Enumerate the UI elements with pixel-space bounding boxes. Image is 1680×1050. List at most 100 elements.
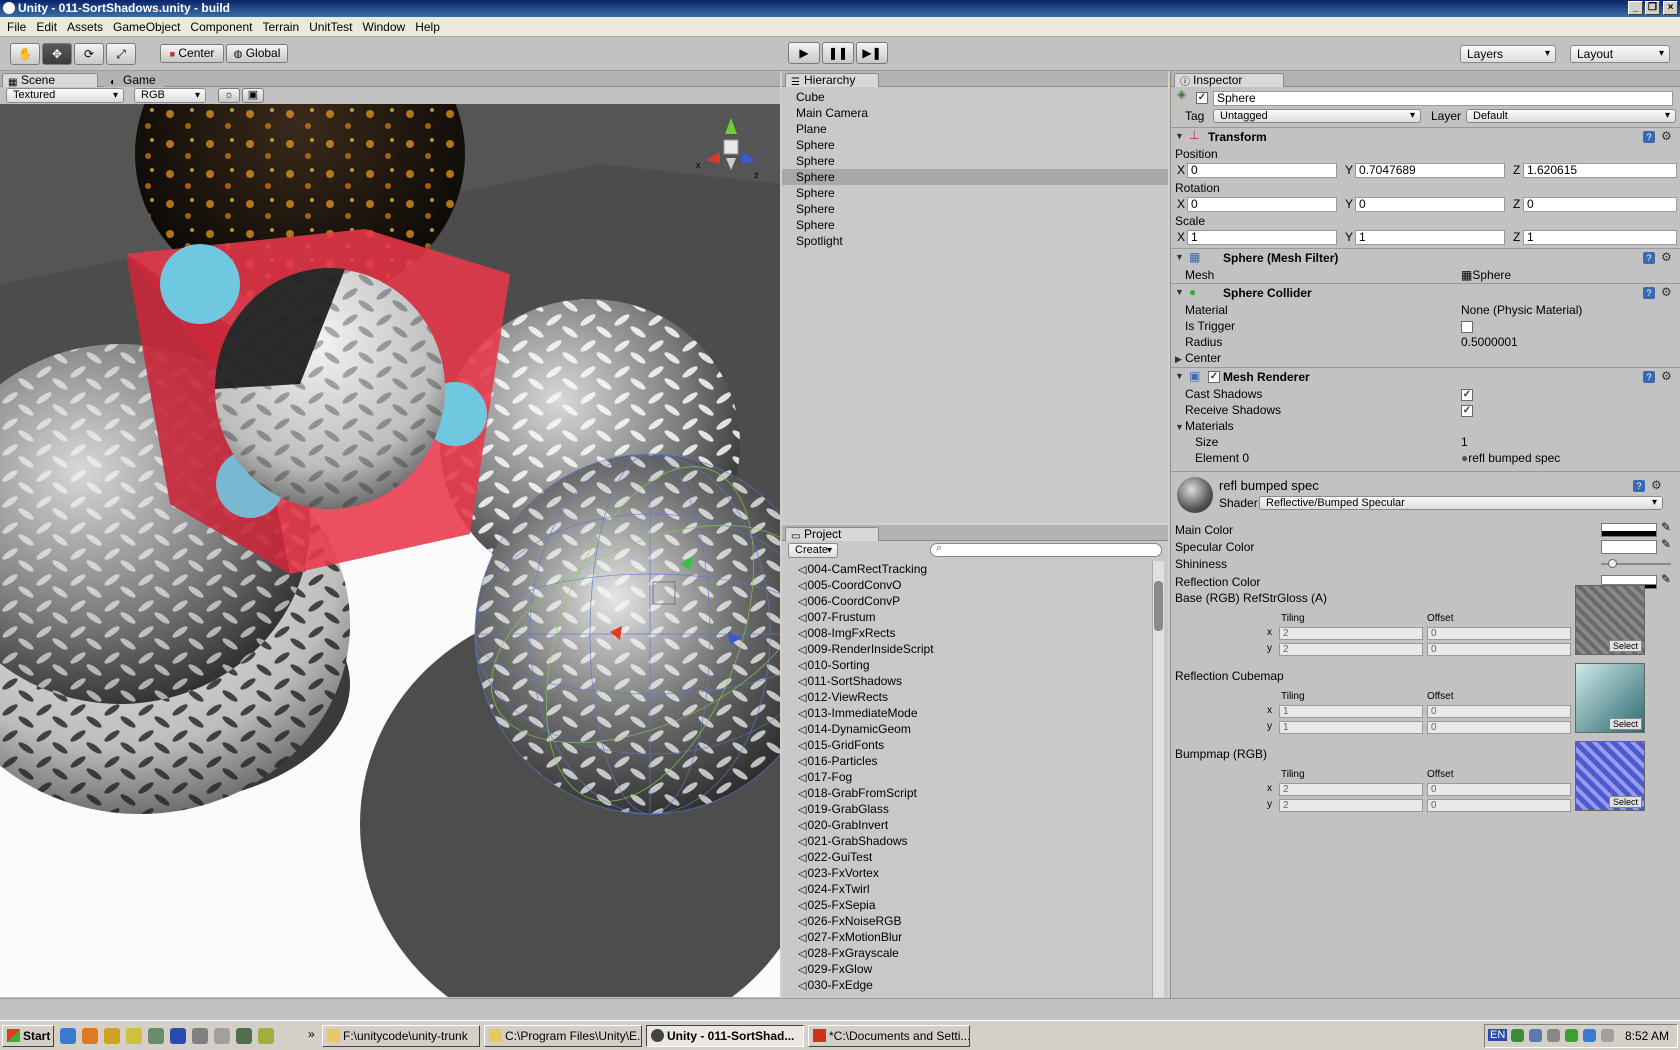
texture-select-button[interactable]: Select (1608, 718, 1642, 730)
mesh-renderer-header[interactable]: ▼ ▣ ✓ Mesh Renderer ? ⚙ (1171, 367, 1680, 385)
tab-hierarchy[interactable]: ☰ Hierarchy (785, 73, 879, 88)
texture-thumbnail[interactable]: Select (1575, 585, 1645, 655)
hierarchy-item[interactable]: Sphere (782, 169, 1168, 185)
texture-select-button[interactable]: Select (1608, 796, 1642, 808)
quicklaunch-icon[interactable] (258, 1028, 274, 1044)
menu-unittest[interactable]: UnitTest (304, 20, 357, 34)
close-button[interactable]: × (1663, 1, 1678, 15)
hierarchy-item[interactable]: Spotlight (782, 233, 1168, 249)
menu-terrain[interactable]: Terrain (257, 20, 304, 34)
tray-icon[interactable] (1529, 1029, 1542, 1042)
center-label[interactable]: Center (1185, 351, 1221, 365)
cast-shadows-checkbox[interactable]: ✓ (1461, 389, 1473, 401)
project-item[interactable]: 005-CoordConvO (798, 577, 901, 593)
is-trigger-checkbox[interactable] (1461, 321, 1473, 333)
gear-icon[interactable]: ⚙ (1661, 250, 1672, 264)
quicklaunch-icon[interactable] (236, 1028, 252, 1044)
gear-icon[interactable]: ⚙ (1661, 129, 1672, 143)
help-icon[interactable]: ? (1643, 371, 1655, 383)
texture-thumbnail[interactable]: Select (1575, 663, 1645, 733)
eyedropper-icon[interactable]: ✎ (1661, 537, 1671, 551)
task-unity[interactable]: Unity - 011-SortShad... (646, 1025, 804, 1047)
project-item[interactable]: 011-SortShadows (798, 673, 902, 689)
object-name-field[interactable]: Sphere (1213, 91, 1673, 106)
project-item[interactable]: 012-ViewRects (798, 689, 887, 705)
scale-tool-button[interactable]: ⤢ (106, 43, 136, 65)
orientation-gizmo[interactable]: x z (696, 114, 766, 184)
tab-scene[interactable]: ▦ Scene (2, 73, 98, 88)
scrollbar-thumb[interactable] (1154, 581, 1163, 631)
hierarchy-item[interactable]: Sphere (782, 185, 1168, 201)
rotation-x-field[interactable]: 0 (1187, 197, 1337, 212)
gear-icon[interactable]: ⚙ (1661, 285, 1672, 299)
eyedropper-icon[interactable]: ✎ (1661, 520, 1671, 534)
tag-dropdown[interactable]: Untagged (1213, 109, 1421, 123)
hierarchy-item[interactable]: Sphere (782, 137, 1168, 153)
offset-y-field[interactable]: 0 (1427, 643, 1571, 656)
project-item[interactable]: 023-FxVortex (798, 865, 878, 881)
mesh-renderer-enabled-checkbox[interactable]: ✓ (1208, 371, 1220, 383)
materials-label[interactable]: Materials (1185, 419, 1234, 433)
effects-toggle[interactable]: ▣ (242, 88, 264, 103)
tiling-y-field[interactable]: 2 (1279, 799, 1423, 812)
project-item[interactable]: 017-Fog (798, 769, 852, 785)
pivot-toggle[interactable]: ■ Center (160, 44, 224, 63)
main-color-swatch[interactable] (1601, 523, 1657, 537)
project-item[interactable]: 013-ImmediateMode (798, 705, 917, 721)
project-item[interactable]: 028-FxGrayscale (798, 945, 898, 961)
help-icon[interactable]: ? (1633, 480, 1645, 492)
hierarchy-item[interactable]: Cube (782, 89, 1168, 105)
scene-viewport[interactable]: x z (0, 104, 780, 997)
layers-dropdown[interactable]: Layers (1460, 45, 1556, 63)
language-indicator[interactable]: EN (1488, 1029, 1508, 1041)
quicklaunch-icon[interactable] (126, 1028, 142, 1044)
texture-select-button[interactable]: Select (1608, 640, 1642, 652)
menu-help[interactable]: Help (410, 20, 445, 34)
project-item[interactable]: 018-GrabFromScript (798, 785, 916, 801)
tiling-x-field[interactable]: 1 (1279, 705, 1423, 718)
quicklaunch-expand-icon[interactable]: » (308, 1027, 315, 1041)
shininess-slider-knob[interactable] (1608, 559, 1617, 568)
hierarchy-item[interactable]: Main Camera (782, 105, 1168, 121)
ie-icon[interactable] (60, 1028, 76, 1044)
help-icon[interactable]: ? (1643, 287, 1655, 299)
quicklaunch-icon[interactable] (192, 1028, 208, 1044)
scale-z-field[interactable]: 1 (1523, 230, 1677, 245)
project-item[interactable]: 004-CamRectTracking (798, 561, 927, 577)
mesh-value[interactable]: ▦Sphere (1461, 268, 1511, 282)
project-item[interactable]: 021-GrabShadows (798, 833, 907, 849)
hierarchy-item[interactable]: Plane (782, 121, 1168, 137)
chrome-icon[interactable] (104, 1028, 120, 1044)
collider-material-value[interactable]: None (Physic Material) (1461, 303, 1582, 317)
project-item[interactable]: 030-FxEdge (798, 977, 872, 993)
project-item[interactable]: 020-GrabInvert (798, 817, 888, 833)
quicklaunch-icon[interactable] (148, 1028, 164, 1044)
collapse-arrow-icon[interactable]: ▼ (1175, 422, 1184, 432)
start-button[interactable]: Start (2, 1025, 54, 1047)
tiling-y-field[interactable]: 1 (1279, 721, 1423, 734)
active-checkbox[interactable]: ✓ (1196, 92, 1208, 104)
hierarchy-item[interactable]: Sphere (782, 201, 1168, 217)
gear-icon[interactable]: ⚙ (1661, 369, 1672, 383)
project-item[interactable]: 010-Sorting (798, 657, 869, 673)
specular-color-swatch[interactable] (1601, 540, 1657, 554)
play-button[interactable]: ▶ (788, 42, 820, 64)
minimize-button[interactable]: _ (1628, 1, 1643, 15)
position-x-field[interactable]: 0 (1187, 163, 1337, 178)
tray-icon[interactable] (1583, 1029, 1596, 1042)
move-tool-button[interactable]: ✥ (42, 43, 72, 65)
hierarchy-item[interactable]: Sphere (782, 153, 1168, 169)
task-editor[interactable]: *C:\Documents and Setti... (808, 1025, 970, 1047)
quicklaunch-icon[interactable] (170, 1028, 186, 1044)
position-z-field[interactable]: 1.620615 (1523, 163, 1677, 178)
scale-y-field[interactable]: 1 (1355, 230, 1505, 245)
layout-dropdown[interactable]: Layout (1570, 45, 1670, 63)
menu-gameobject[interactable]: GameObject (108, 20, 185, 34)
tray-icon[interactable] (1565, 1029, 1578, 1042)
project-scrollbar[interactable] (1152, 561, 1164, 998)
element-0-value[interactable]: ●refl bumped spec (1461, 451, 1560, 465)
menu-edit[interactable]: Edit (31, 20, 62, 34)
offset-x-field[interactable]: 0 (1427, 627, 1571, 640)
offset-y-field[interactable]: 0 (1427, 799, 1571, 812)
eyedropper-icon[interactable]: ✎ (1661, 572, 1671, 586)
